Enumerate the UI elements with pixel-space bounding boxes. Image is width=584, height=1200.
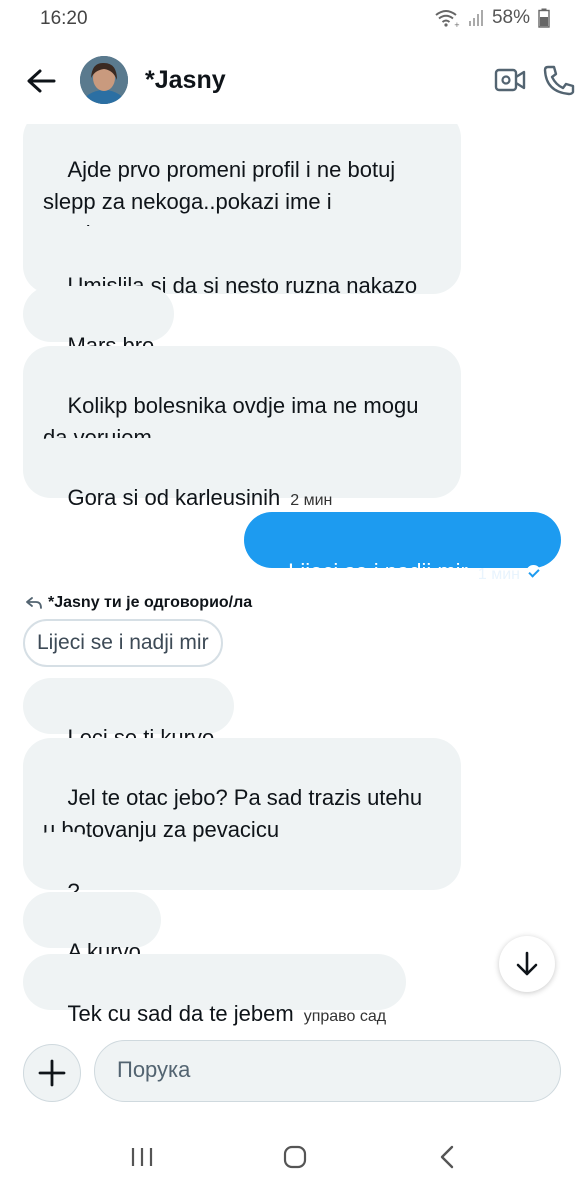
message-timestamp: 1 мин (477, 566, 520, 583)
message-timestamp: управо сад (303, 1008, 387, 1025)
status-bar: 16:20 + 58% (0, 0, 584, 40)
plus-icon (38, 1059, 66, 1087)
home-button[interactable] (282, 1144, 308, 1175)
message-bubble-incoming[interactable]: ? (23, 832, 100, 904)
message-bubble-incoming[interactable]: Mars bre (23, 286, 175, 358)
message-bubble-incoming[interactable]: Tek cu sad da te jebem управо сад (23, 954, 407, 1026)
arrow-left-icon (27, 69, 56, 93)
quoted-message[interactable]: Lijeci se i nadji mir (23, 619, 223, 667)
system-back-button[interactable] (437, 1144, 457, 1175)
phone-icon (543, 65, 575, 96)
recents-button[interactable] (130, 1146, 154, 1173)
back-button[interactable] (24, 64, 58, 98)
message-bubble-incoming[interactable]: A kurvo (23, 892, 161, 964)
status-time: 16:20 (40, 8, 88, 29)
reply-arrow-icon (26, 597, 42, 609)
recents-icon (131, 1148, 153, 1166)
signal-icon (468, 9, 484, 27)
home-icon (283, 1145, 307, 1169)
reply-indicator: *Jasny ти је одговорио/ла (26, 594, 252, 612)
message-bubble-outgoing[interactable]: Lijeci se i nadji mir 1 мин (243, 512, 561, 584)
sent-check-icon (526, 565, 541, 580)
battery-icon (538, 8, 550, 28)
wifi-icon: + (434, 8, 460, 28)
video-camera-icon (494, 68, 526, 92)
system-nav-bar (0, 1130, 584, 1200)
scroll-to-bottom-button[interactable] (499, 936, 555, 992)
add-attachment-button[interactable] (23, 1044, 81, 1102)
contact-name[interactable]: *Jasny (145, 66, 226, 95)
message-input[interactable]: Порука (94, 1040, 561, 1102)
message-bubble-incoming[interactable]: Umislila si da si nesto ruzna nakazo (23, 226, 438, 298)
message-timestamp: 2 мин (290, 492, 333, 509)
message-bubble-incoming[interactable]: Gora si od karleusinih 2 мин (23, 438, 353, 510)
arrow-down-icon (516, 951, 538, 976)
call-button[interactable] (542, 64, 576, 96)
chevron-left-icon (440, 1145, 454, 1169)
video-call-button[interactable] (494, 66, 526, 94)
status-icons: + 58% (434, 7, 550, 29)
message-text: Tek cu sad da te jebem (67, 1001, 294, 1026)
message-list[interactable]: Ajde prvo promeni profil i ne botuj slep… (0, 110, 584, 1026)
message-text: Gora si od karleusinih (67, 485, 281, 510)
svg-text:+: + (454, 21, 460, 28)
message-bubble-incoming[interactable]: Leci se ti kurvo (23, 678, 235, 750)
message-text: Jel te otac jebo? Pa sad trazis utehu u … (43, 785, 423, 842)
message-text: Lijeci se i nadji mir (288, 559, 468, 584)
conversation-header: *Jasny (0, 40, 584, 124)
avatar[interactable] (80, 56, 128, 104)
battery-percent: 58% (491, 7, 530, 28)
reply-label: *Jasny ти је одговорио/ла (48, 594, 253, 611)
